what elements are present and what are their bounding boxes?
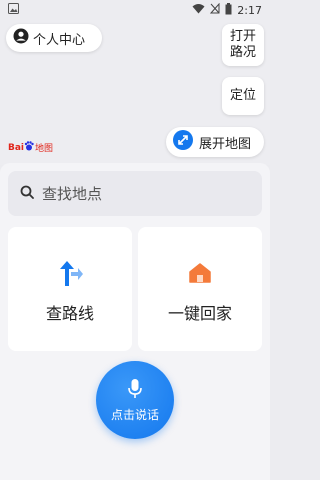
wifi-icon bbox=[192, 3, 205, 17]
battery-icon bbox=[225, 2, 232, 18]
home-label: 一键回家 bbox=[167, 304, 232, 323]
search-icon bbox=[20, 185, 34, 203]
gallery-icon bbox=[8, 3, 19, 17]
no-sim-icon bbox=[210, 2, 220, 17]
personal-center-label: 个人中心 bbox=[33, 32, 86, 48]
search-bar[interactable]: 查找地点 bbox=[8, 171, 262, 216]
search-placeholder: 查找地点 bbox=[42, 185, 103, 203]
go-home-card[interactable]: 一键回家 bbox=[138, 227, 262, 351]
voice-input-button[interactable]: 点击说话 bbox=[96, 361, 174, 439]
traffic-toggle-button[interactable]: 打开 路况 bbox=[222, 24, 264, 66]
microphone-icon bbox=[127, 378, 143, 403]
status-left bbox=[8, 3, 19, 17]
locate-button[interactable]: 定位 bbox=[222, 77, 264, 115]
route-search-card[interactable]: 查路线 bbox=[8, 227, 132, 351]
user-icon bbox=[13, 28, 29, 48]
expand-map-button[interactable]: 展开地图 bbox=[166, 127, 264, 157]
status-time: 2:17 bbox=[237, 3, 262, 17]
expand-icon bbox=[173, 130, 193, 154]
route-icon bbox=[56, 258, 84, 288]
baidu-map-logo: Bai 地图 bbox=[8, 141, 54, 154]
paw-icon bbox=[24, 141, 34, 154]
voice-label: 点击说话 bbox=[110, 407, 159, 422]
route-label: 查路线 bbox=[45, 304, 94, 323]
expand-map-label: 展开地图 bbox=[199, 136, 252, 152]
status-right: 2:17 bbox=[192, 2, 262, 18]
personal-center-button[interactable]: 个人中心 bbox=[6, 24, 102, 52]
home-icon bbox=[189, 258, 211, 288]
status-bar: 2:17 bbox=[0, 0, 270, 20]
